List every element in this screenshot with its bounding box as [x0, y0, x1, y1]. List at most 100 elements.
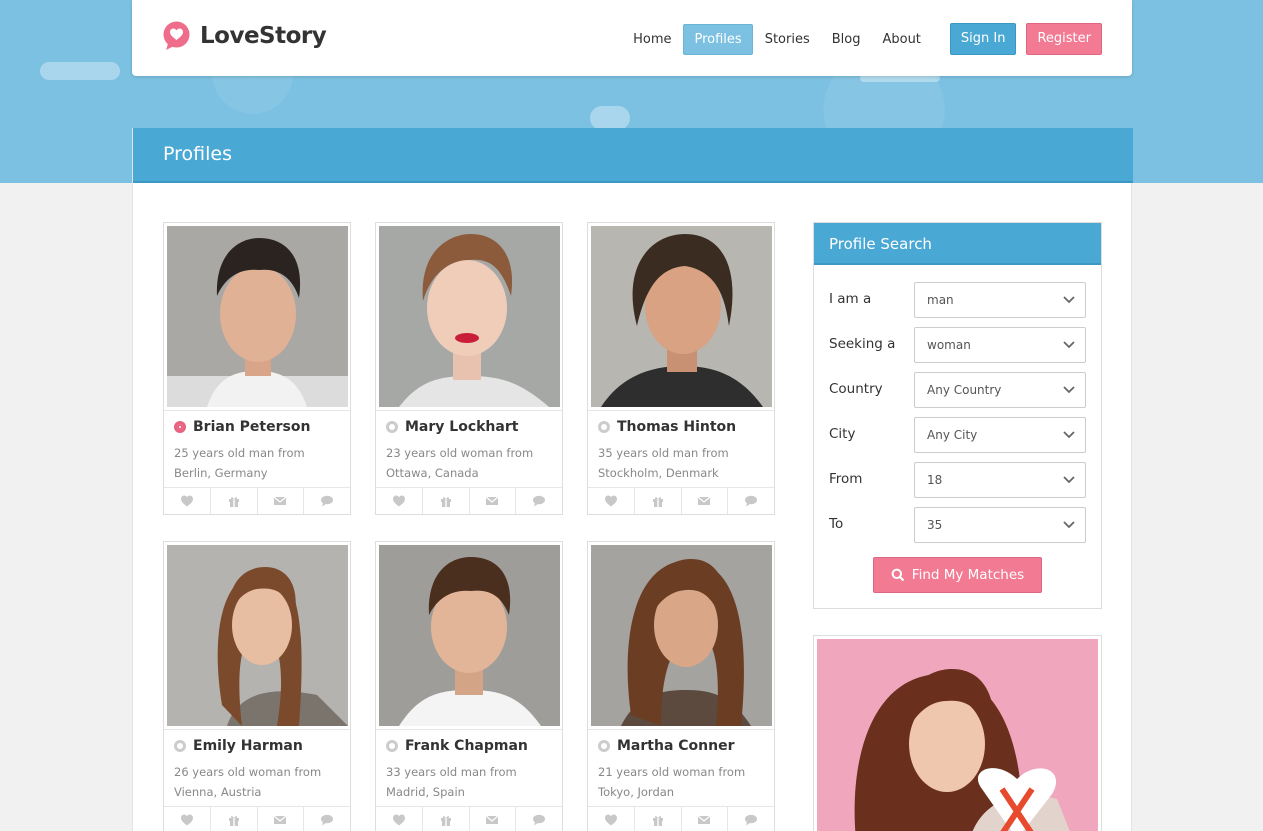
main-content: Profiles Brian Peterson 25 years old man…: [132, 128, 1133, 831]
like-button[interactable]: [588, 488, 635, 514]
gift-button[interactable]: [423, 488, 470, 514]
heart-icon: [604, 814, 617, 826]
chevron-down-icon: [1063, 296, 1075, 304]
message-button[interactable]: [682, 488, 729, 514]
nav-about[interactable]: About: [872, 24, 930, 55]
mail-icon: [485, 815, 499, 824]
person-photo-icon: [591, 545, 772, 726]
mail-icon: [273, 496, 287, 505]
person-photo-icon: [379, 545, 560, 726]
chat-button[interactable]: [728, 488, 774, 514]
nav-blog[interactable]: Blog: [822, 24, 871, 55]
profile-name[interactable]: Brian Peterson: [193, 419, 310, 435]
gift-button[interactable]: [635, 488, 682, 514]
profile-description: 26 years old woman from Vienna, Austria: [174, 765, 322, 799]
country-select[interactable]: Any Country: [914, 372, 1086, 408]
like-button[interactable]: [164, 807, 211, 831]
nav-stories[interactable]: Stories: [755, 24, 820, 55]
page-title: Profiles: [163, 143, 232, 165]
chat-button[interactable]: [304, 807, 350, 831]
gift-icon: [440, 816, 451, 826]
heart-icon: [604, 495, 617, 507]
from-age-value: 18: [927, 473, 943, 487]
message-button[interactable]: [470, 488, 517, 514]
like-button[interactable]: [588, 807, 635, 831]
site-header: LoveStory Home Profiles Stories Blog Abo…: [132, 0, 1132, 76]
offline-status-icon: [598, 740, 610, 752]
profile-name[interactable]: Martha Conner: [617, 738, 735, 754]
profile-description: 23 years old woman from Ottawa, Canada: [386, 446, 534, 480]
i-am-a-row: I am a man: [829, 282, 1087, 318]
gift-button[interactable]: [423, 807, 470, 831]
nav-home[interactable]: Home: [623, 24, 681, 55]
like-button[interactable]: [164, 488, 211, 514]
find-matches-button[interactable]: Find My Matches: [873, 557, 1042, 593]
page-banner: Profiles: [133, 128, 1133, 183]
heart-icon: [392, 495, 405, 507]
profile-card[interactable]: Thomas Hinton 35 years old man from Stoc…: [587, 222, 775, 515]
chat-button[interactable]: [304, 488, 350, 514]
nav-profiles[interactable]: Profiles: [683, 23, 753, 55]
profile-actions: [376, 487, 562, 514]
profile-card[interactable]: Frank Chapman 33 years old man from Madr…: [375, 541, 563, 831]
mail-icon: [697, 496, 711, 505]
chat-button[interactable]: [516, 488, 562, 514]
profile-description: 25 years old man from Berlin, Germany: [174, 446, 305, 480]
profile-search-header: Profile Search: [814, 223, 1101, 265]
city-row: City Any City: [829, 417, 1087, 453]
profile-card[interactable]: Martha Conner 21 years old woman from To…: [587, 541, 775, 831]
message-button[interactable]: [258, 488, 305, 514]
city-select[interactable]: Any City: [914, 417, 1086, 453]
offline-status-icon: [386, 421, 398, 433]
city-value: Any City: [927, 428, 978, 442]
message-button[interactable]: [470, 807, 517, 831]
gift-icon: [440, 497, 451, 507]
cloud-decoration: [590, 106, 630, 130]
sign-in-button[interactable]: Sign In: [949, 23, 1017, 55]
seeking-a-select[interactable]: woman: [914, 327, 1086, 363]
cloud-decoration: [40, 62, 120, 80]
profile-photo[interactable]: [591, 545, 772, 726]
gift-button[interactable]: [211, 488, 258, 514]
message-button[interactable]: [682, 807, 729, 831]
profile-photo[interactable]: [167, 545, 348, 726]
promo-banner[interactable]: [813, 635, 1102, 831]
seeking-a-value: woman: [927, 338, 971, 352]
profile-photo[interactable]: [591, 226, 772, 407]
profile-photo[interactable]: [379, 545, 560, 726]
profile-name[interactable]: Emily Harman: [193, 738, 303, 754]
i-am-a-select[interactable]: man: [914, 282, 1086, 318]
gift-button[interactable]: [635, 807, 682, 831]
profile-search-panel: Profile Search I am a man Seeking a woma…: [813, 222, 1102, 609]
from-age-label: From: [829, 471, 863, 487]
from-age-select[interactable]: 18: [914, 462, 1086, 498]
profile-card[interactable]: Brian Peterson 25 years old man from Ber…: [163, 222, 351, 515]
chat-icon: [321, 814, 334, 826]
like-button[interactable]: [376, 807, 423, 831]
profile-actions: [164, 487, 350, 514]
profile-photo[interactable]: [167, 226, 348, 407]
chat-button[interactable]: [728, 807, 774, 831]
to-age-select[interactable]: 35: [914, 507, 1086, 543]
profile-name[interactable]: Mary Lockhart: [405, 419, 518, 435]
profile-card[interactable]: Emily Harman 26 years old woman from Vie…: [163, 541, 351, 831]
mail-icon: [485, 496, 499, 505]
gift-icon: [652, 497, 663, 507]
heart-icon: [180, 814, 193, 826]
profile-card[interactable]: Mary Lockhart 23 years old woman from Ot…: [375, 222, 563, 515]
chat-button[interactable]: [516, 807, 562, 831]
profile-photo[interactable]: [379, 226, 560, 407]
profile-name[interactable]: Thomas Hinton: [617, 419, 736, 435]
like-button[interactable]: [376, 488, 423, 514]
gift-button[interactable]: [211, 807, 258, 831]
message-button[interactable]: [258, 807, 305, 831]
register-button[interactable]: Register: [1026, 23, 1102, 55]
site-logo[interactable]: LoveStory: [162, 21, 327, 50]
profile-actions: [588, 806, 774, 831]
heart-bubble-icon: [163, 21, 190, 50]
profile-name[interactable]: Frank Chapman: [405, 738, 528, 754]
search-icon: [891, 568, 905, 582]
chat-icon: [533, 814, 546, 826]
i-am-a-value: man: [927, 293, 954, 307]
seeking-a-row: Seeking a woman: [829, 327, 1087, 363]
